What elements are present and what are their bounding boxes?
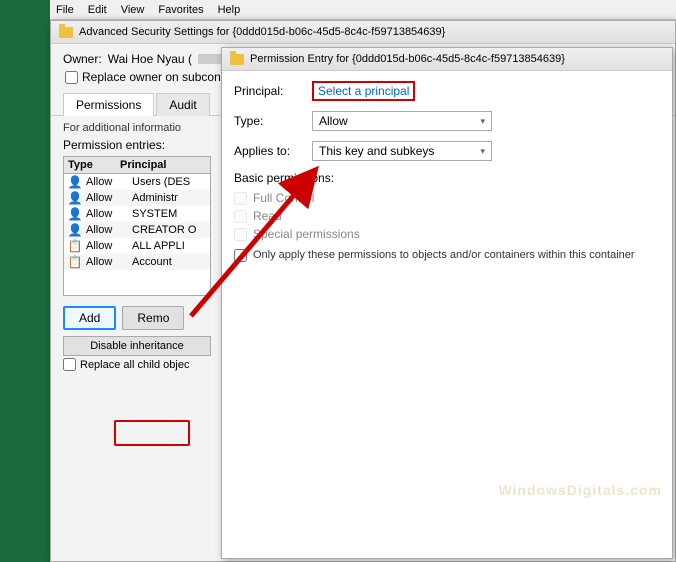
outer-window-title: Advanced Security Settings for {0ddd015d…	[51, 21, 675, 44]
entry-type: Allow	[86, 256, 128, 268]
perm-label: Read	[253, 209, 282, 223]
principal-label: Principal:	[234, 84, 304, 98]
outer-window-title-text: Advanced Security Settings for {0ddd015d…	[79, 26, 445, 38]
entry-type: Allow	[86, 192, 128, 204]
perm-entry-title-text: Permission Entry for {0ddd015d-b06c-45d5…	[250, 53, 565, 65]
folder-icon-dialog	[230, 54, 244, 65]
perm-entry-body: Principal: Select a principal Type: Allo…	[222, 71, 672, 272]
applies-to-label: Applies to:	[234, 144, 304, 158]
owner-name: Wai Hoe Nyau (	[108, 52, 192, 66]
basic-permissions-section: Basic permissions: Full Control Read Spe…	[234, 171, 660, 241]
disable-inheritance-button[interactable]: Disable inheritance	[63, 336, 211, 356]
table-header: Type Principal	[64, 157, 210, 174]
principal-row: Principal: Select a principal	[234, 81, 660, 101]
only-apply-label: Only apply these permissions to objects …	[253, 249, 635, 261]
applies-to-dropdown-arrow: ▾	[480, 146, 485, 157]
type-row: Type: Allow ▾	[234, 111, 660, 131]
type-dropdown[interactable]: Allow ▾	[312, 111, 492, 131]
entry-icon: 👤	[68, 207, 82, 221]
menu-bar: File Edit View Favorites Help	[50, 0, 676, 20]
table-row[interactable]: 👤 Allow Administr	[64, 190, 210, 206]
watermark: WindowsDigitals.com	[498, 482, 662, 498]
col-principal: Principal	[120, 159, 190, 171]
type-dropdown-arrow: ▾	[480, 116, 485, 127]
entry-icon: 👤	[68, 175, 82, 189]
replace-owner-checkbox[interactable]	[65, 71, 78, 84]
basic-perm-row[interactable]: Special permissions	[234, 227, 660, 241]
table-row[interactable]: 👤 Allow CREATOR O	[64, 222, 210, 238]
perm-checkbox	[234, 210, 247, 223]
menu-favorites[interactable]: Favorites	[158, 4, 203, 16]
entry-icon: 👤	[68, 191, 82, 205]
replace-child-checkbox[interactable]	[63, 358, 76, 371]
folder-icon	[59, 27, 73, 38]
replace-child-label: Replace all child objec	[80, 359, 189, 371]
permission-table: Type Principal 👤 Allow Users (DES 👤 Allo…	[63, 156, 211, 296]
add-button-highlight	[114, 420, 190, 446]
perm-checkbox	[234, 228, 247, 241]
entry-icon: 👤	[68, 223, 82, 237]
entry-principal: ALL APPLI	[132, 240, 185, 252]
table-row[interactable]: 👤 Allow SYSTEM	[64, 206, 210, 222]
table-row[interactable]: 📋 Allow Account	[64, 254, 210, 270]
entry-principal: Account	[132, 256, 172, 268]
type-value: Allow	[319, 114, 348, 128]
tab-permissions[interactable]: Permissions	[63, 93, 154, 116]
menu-edit[interactable]: Edit	[88, 4, 107, 16]
entry-principal: Users (DES	[132, 176, 190, 188]
perm-checkbox	[234, 192, 247, 205]
menu-help[interactable]: Help	[218, 4, 241, 16]
only-apply-row: Only apply these permissions to objects …	[234, 249, 660, 262]
applies-to-value: This key and subkeys	[319, 144, 434, 158]
col-type: Type	[68, 159, 110, 171]
entry-icon: 📋	[68, 255, 82, 269]
remove-button[interactable]: Remo	[122, 306, 184, 330]
only-apply-checkbox[interactable]	[234, 249, 247, 262]
permission-rows: 👤 Allow Users (DES 👤 Allow Administr 👤 A…	[64, 174, 210, 270]
owner-label: Owner:	[63, 52, 102, 66]
advanced-security-window: Advanced Security Settings for {0ddd015d…	[50, 20, 676, 562]
menu-view[interactable]: View	[121, 4, 145, 16]
tab-audit[interactable]: Audit	[156, 93, 209, 116]
entry-principal: CREATOR O	[132, 224, 196, 236]
basic-perm-row[interactable]: Read	[234, 209, 660, 223]
perm-entry-title: Permission Entry for {0ddd015d-b06c-45d5…	[222, 48, 672, 71]
perm-label: Full Control	[253, 191, 314, 205]
perm-label: Special permissions	[253, 227, 360, 241]
applies-to-row: Applies to: This key and subkeys ▾	[234, 141, 660, 161]
applies-to-dropdown[interactable]: This key and subkeys ▾	[312, 141, 492, 161]
entry-principal: SYSTEM	[132, 208, 177, 220]
basic-perm-row[interactable]: Full Control	[234, 191, 660, 205]
table-row[interactable]: 📋 Allow ALL APPLI	[64, 238, 210, 254]
permission-entry-dialog: Permission Entry for {0ddd015d-b06c-45d5…	[221, 47, 673, 559]
basic-perm-rows: Full Control Read Special permissions	[234, 191, 660, 241]
type-label: Type:	[234, 114, 304, 128]
entry-type: Allow	[86, 208, 128, 220]
entry-icon: 📋	[68, 239, 82, 253]
select-principal-link[interactable]: Select a principal	[312, 81, 415, 101]
table-row[interactable]: 👤 Allow Users (DES	[64, 174, 210, 190]
menu-file[interactable]: File	[56, 4, 74, 16]
entry-type: Allow	[86, 240, 128, 252]
add-button[interactable]: Add	[63, 306, 116, 330]
entry-type: Allow	[86, 224, 128, 236]
basic-perm-title: Basic permissions:	[234, 171, 660, 185]
entry-principal: Administr	[132, 192, 178, 204]
entry-type: Allow	[86, 176, 128, 188]
